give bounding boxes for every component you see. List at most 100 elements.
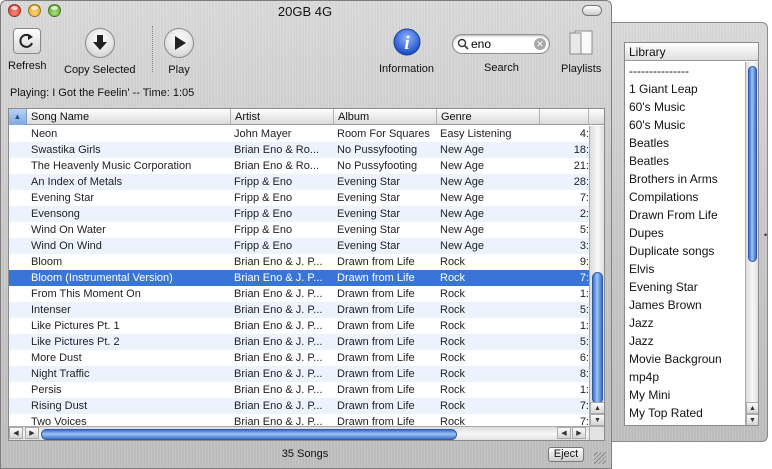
table-row[interactable]: Neon John Mayer Room For Squares Easy Liste… xyxy=(9,126,589,142)
song-name-cell: Evensong xyxy=(31,208,80,220)
horizontal-scrollbar[interactable]: ◀ ▶ ◀ ▶ xyxy=(9,426,589,440)
genre-cell: Rock xyxy=(440,384,466,396)
play-button[interactable]: Play xyxy=(164,28,194,76)
genre-cell: New Age xyxy=(440,240,485,252)
song-name-cell: An Index of Metals xyxy=(31,176,123,188)
playlist-item[interactable]: Drawn From Life xyxy=(625,206,745,224)
vertical-scroll-thumb[interactable] xyxy=(592,272,603,404)
column-header-time[interactable] xyxy=(540,109,589,125)
artist-cell: Brian Eno & J. P... xyxy=(234,384,323,396)
playlist-scroll-thumb[interactable] xyxy=(748,66,757,262)
playlist-item[interactable]: Movie Backgroun xyxy=(625,350,745,368)
column-header-artist[interactable]: Artist xyxy=(231,109,334,125)
column-header-genre[interactable]: Genre xyxy=(437,109,540,125)
table-row[interactable]: Wind On Water Fripp & Eno Evening Star New … xyxy=(9,222,589,238)
time-cell: 1: xyxy=(579,320,589,332)
song-name-cell: Like Pictures Pt. 1 xyxy=(31,320,120,332)
time-cell: 7: xyxy=(579,272,589,284)
scroll-left-arrow[interactable]: ◀ xyxy=(9,427,23,439)
table-row[interactable]: Wind On Wind Fripp & Eno Evening Star New A… xyxy=(9,238,589,254)
time-cell: 1: xyxy=(579,288,589,300)
scroll-left-arrow-end[interactable]: ◀ xyxy=(557,427,571,439)
album-cell: Drawn from Life xyxy=(337,400,415,412)
table-row[interactable]: Night Traffic Brian Eno & J. P... Drawn fr… xyxy=(9,366,589,382)
eject-button[interactable]: Eject xyxy=(548,447,584,462)
playlist-item: --------------- xyxy=(629,64,689,78)
genre-cell: Rock xyxy=(440,352,466,364)
playlists-button[interactable]: Playlists xyxy=(561,28,601,75)
playlist-item[interactable]: Evening Star xyxy=(625,278,745,296)
playlist-item[interactable]: James Brown xyxy=(625,296,745,314)
playlist-item[interactable]: 60's Music xyxy=(625,116,745,134)
playlist-item[interactable]: Brothers in Arms xyxy=(625,170,745,188)
refresh-button[interactable]: Refresh xyxy=(8,28,47,72)
playlist-scroll-down-arrow[interactable]: ▼ xyxy=(746,414,758,425)
table-row[interactable]: Evensong Fripp & Eno Evening Star New Age 2: xyxy=(9,206,589,222)
song-name-cell: More Dust xyxy=(31,352,82,364)
table-row[interactable]: More Dust Brian Eno & J. P... Drawn from L… xyxy=(9,350,589,366)
table-row[interactable]: Swastika Girls Brian Eno & Ro... No Pussyf… xyxy=(9,142,589,158)
table-row[interactable]: An Index of Metals Fripp & Eno Evening Sta… xyxy=(9,174,589,190)
table-row[interactable]: From This Moment On Brian Eno & J. P... Dr… xyxy=(9,286,589,302)
playlist-item[interactable]: mp4p xyxy=(625,368,745,386)
drawer-handle-icon[interactable]: • xyxy=(764,230,770,240)
genre-cell: New Age xyxy=(440,160,485,172)
playlist-item[interactable]: Jazz xyxy=(625,314,745,332)
song-table[interactable]: ▲ Song Name Artist Album Genre Neon John … xyxy=(8,108,605,441)
scroll-right-arrow-end[interactable]: ▶ xyxy=(572,427,586,439)
table-row[interactable]: Rising Dust Brian Eno & J. P... Drawn from… xyxy=(9,398,589,414)
artist-cell: Fripp & Eno xyxy=(234,240,293,252)
artist-cell: Brian Eno & J. P... xyxy=(234,352,323,364)
column-header-album[interactable]: Album xyxy=(334,109,437,125)
table-row[interactable]: Persis Brian Eno & J. P... Drawn from Life… xyxy=(9,382,589,398)
playlist-item[interactable]: Dupes xyxy=(625,224,745,242)
scroll-corner xyxy=(589,426,604,440)
playlist-scroll-up-arrow[interactable]: ▲ xyxy=(746,402,758,414)
clear-search-icon[interactable]: ✕ xyxy=(534,38,546,50)
playlist-item[interactable]: Beatles xyxy=(625,152,745,170)
table-row[interactable]: Evening Star Fripp & Eno Evening Star New A… xyxy=(9,190,589,206)
playlist-item[interactable]: My Top Rated xyxy=(625,404,745,422)
toolbar-toggle-button[interactable] xyxy=(582,5,602,16)
table-row[interactable]: The Heavenly Music Corporation Brian Eno … xyxy=(9,158,589,174)
playlist-item[interactable]: Duplicate songs xyxy=(625,242,745,260)
scroll-down-arrow[interactable]: ▼ xyxy=(590,414,604,426)
resize-grip[interactable] xyxy=(594,452,606,464)
refresh-icon xyxy=(13,28,42,54)
playlist-item[interactable]: Beatles xyxy=(625,134,745,152)
table-row[interactable]: Like Pictures Pt. 2 Brian Eno & J. P... Dr… xyxy=(9,334,589,350)
table-row[interactable]: Bloom Brian Eno & J. P... Drawn from Life R… xyxy=(9,254,589,270)
information-button[interactable]: i Information xyxy=(379,28,434,75)
scroll-up-arrow[interactable]: ▲ xyxy=(590,402,604,414)
time-cell: 9: xyxy=(579,256,589,268)
album-cell: Evening Star xyxy=(337,192,400,204)
playlist-item[interactable]: Elvis xyxy=(625,260,745,278)
artist-cell: Brian Eno & J. P... xyxy=(234,368,323,380)
horizontal-scroll-thumb[interactable] xyxy=(41,429,457,440)
genre-cell: Rock xyxy=(440,304,466,316)
playlist-item[interactable]: Jazz xyxy=(625,332,745,350)
playlist-item[interactable]: 1 Giant Leap xyxy=(625,80,745,98)
playlist-scrollbar[interactable]: ▲ ▼ xyxy=(745,62,758,425)
table-row[interactable]: Like Pictures Pt. 1 Brian Eno & J. P... Dr… xyxy=(9,318,589,334)
column-header-song-name[interactable]: Song Name xyxy=(27,109,231,125)
song-name-cell: Persis xyxy=(31,384,62,396)
genre-cell: New Age xyxy=(440,208,485,220)
playlist-list-header: Library xyxy=(625,43,758,61)
table-row[interactable]: Intenser Brian Eno & J. P... Drawn from Li… xyxy=(9,302,589,318)
playlist-item[interactable]: My Mini xyxy=(625,386,745,404)
playlist-item[interactable]: 60's Music xyxy=(625,98,745,116)
vertical-scrollbar[interactable]: ▲ ▼ xyxy=(589,126,604,426)
genre-cell: Easy Listening xyxy=(440,128,512,140)
sort-ascending-icon[interactable]: ▲ xyxy=(9,109,27,125)
playlist-list[interactable]: Library --------------- 1 Giant Leap 60's … xyxy=(624,42,759,426)
artist-cell: Brian Eno & J. P... xyxy=(234,320,323,332)
album-cell: Drawn from Life xyxy=(337,368,415,380)
artist-cell: John Mayer xyxy=(234,128,292,140)
scroll-right-arrow[interactable]: ▶ xyxy=(25,427,39,439)
album-cell: Room For Squares xyxy=(337,128,430,140)
copy-selected-button[interactable]: Copy Selected xyxy=(64,28,136,76)
table-row[interactable]: Bloom (Instrumental Version) Brian Eno & … xyxy=(9,270,589,286)
playlist-item[interactable]: Compilations xyxy=(625,188,745,206)
artist-cell: Brian Eno & J. P... xyxy=(234,288,323,300)
